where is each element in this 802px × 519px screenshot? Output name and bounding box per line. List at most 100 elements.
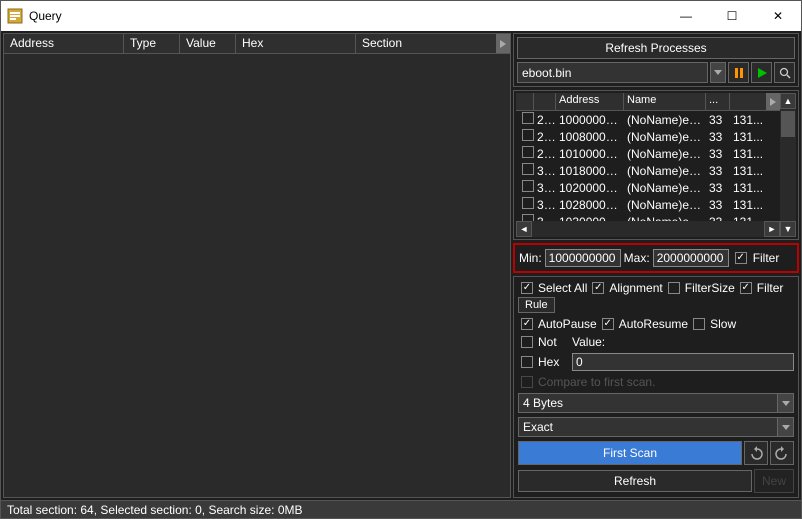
section-row-checkbox[interactable] (522, 214, 534, 221)
process-panel: Refresh Processes eboot.bin (513, 33, 799, 87)
filtersize-checkbox[interactable] (668, 282, 680, 294)
col-value[interactable]: Value (180, 34, 236, 53)
datatype-dropdown[interactable] (777, 394, 793, 412)
autoresume-checkbox[interactable] (602, 318, 614, 330)
section-address: 1020000000 (556, 181, 624, 195)
section-idx: 3... (534, 181, 556, 195)
section-row[interactable]: 2...1008000000(NoName)eboo...33131... (516, 128, 780, 145)
section-address: 1018000000 (556, 164, 624, 178)
max-label: Max: (624, 251, 650, 265)
pause-button[interactable] (728, 62, 749, 83)
options-panel: Select All Alignment FilterSize Filter R… (513, 276, 799, 498)
sect-col-check[interactable] (516, 93, 534, 110)
refresh-button[interactable]: Refresh (518, 470, 752, 492)
process-select-value: eboot.bin (522, 66, 571, 80)
select-all-label: Select All (538, 281, 587, 295)
autopause-label: AutoPause (538, 317, 597, 331)
section-row-checkbox[interactable] (522, 197, 534, 209)
section-name: (NoName)eboo... (624, 130, 706, 144)
alignment-label: Alignment (609, 281, 662, 295)
section-row[interactable]: 2...1000000000(NoName)eboo...33131... (516, 111, 780, 128)
section-c4: 33 (706, 181, 730, 195)
redo-button[interactable] (770, 441, 794, 465)
window-title: Query (29, 9, 663, 23)
rule-button[interactable]: Rule (518, 297, 555, 313)
min-input[interactable] (545, 249, 621, 267)
play-button[interactable] (751, 62, 772, 83)
vscroll-track[interactable] (780, 109, 796, 221)
refresh-processes-button[interactable]: Refresh Processes (517, 37, 795, 59)
filter2-checkbox[interactable] (740, 282, 752, 294)
section-c5: 131... (730, 181, 780, 195)
compare-checkbox (521, 376, 533, 388)
maximize-button[interactable]: ☐ (709, 1, 755, 31)
section-row-checkbox[interactable] (522, 180, 534, 192)
first-scan-button[interactable]: First Scan (518, 441, 742, 465)
section-row[interactable]: 3...1018000000(NoName)eboo...33131... (516, 162, 780, 179)
sect-col-5[interactable] (730, 93, 766, 110)
scantype-dropdown[interactable] (777, 418, 793, 436)
sect-col-name[interactable]: Name (624, 93, 706, 110)
col-address[interactable]: Address (4, 34, 124, 53)
sections-hscroll[interactable]: ◄ ► (516, 221, 780, 237)
not-checkbox[interactable] (521, 336, 533, 348)
slow-checkbox[interactable] (693, 318, 705, 330)
section-row[interactable]: 3...1030000000(NoName)eboo...33131... (516, 213, 780, 221)
section-address: 1008000000 (556, 130, 624, 144)
vscroll-down[interactable]: ▼ (780, 221, 796, 237)
process-select[interactable]: eboot.bin (517, 62, 708, 83)
sect-col-idx[interactable] (534, 93, 556, 110)
section-row-checkbox[interactable] (522, 146, 534, 158)
hex-checkbox[interactable] (521, 356, 533, 368)
sections-panel: Address Name ... 2...1000000000(NoName)e… (513, 90, 799, 240)
col-section[interactable]: Section (356, 34, 510, 53)
autoresume-label: AutoResume (619, 317, 688, 331)
section-row[interactable]: 2...1010000000(NoName)eboo...33131... (516, 145, 780, 162)
not-label: Not (538, 335, 570, 349)
titlebar-controls: — ☐ ✕ (663, 1, 801, 31)
section-idx: 3... (534, 215, 556, 222)
sect-col-overflow[interactable] (766, 93, 780, 110)
alignment-checkbox[interactable] (592, 282, 604, 294)
section-row-checkbox[interactable] (522, 129, 534, 141)
datatype-value: 4 Bytes (519, 396, 777, 410)
section-c4: 33 (706, 198, 730, 212)
vscroll-up[interactable]: ▲ (780, 93, 796, 109)
datatype-select[interactable]: 4 Bytes (518, 393, 794, 413)
sect-col-address[interactable]: Address (556, 93, 624, 110)
attach-search-button[interactable] (774, 62, 795, 83)
process-select-dropdown[interactable] (710, 62, 726, 83)
col-type[interactable]: Type (124, 34, 180, 53)
hscroll-left[interactable]: ◄ (516, 221, 532, 237)
section-c5: 131... (730, 215, 780, 222)
max-input[interactable] (653, 249, 729, 267)
section-idx: 2... (534, 113, 556, 127)
undo-button[interactable] (744, 441, 768, 465)
value-input[interactable] (572, 353, 794, 371)
minimize-button[interactable]: — (663, 1, 709, 31)
col-hex[interactable]: Hex (236, 34, 356, 53)
sections-list[interactable]: 2...1000000000(NoName)eboo...33131...2..… (516, 111, 780, 221)
hscroll-right[interactable]: ► (764, 221, 780, 237)
filter-checkbox[interactable] (735, 252, 747, 264)
autopause-checkbox[interactable] (521, 318, 533, 330)
select-all-checkbox[interactable] (521, 282, 533, 294)
section-c5: 131... (730, 147, 780, 161)
sect-col-4[interactable]: ... (706, 93, 730, 110)
close-button[interactable]: ✕ (755, 1, 801, 31)
hscroll-track[interactable] (532, 221, 764, 237)
section-idx: 2... (534, 130, 556, 144)
sections-vscroll[interactable]: ▲ ▼ (780, 93, 796, 237)
status-text: Total section: 64, Selected section: 0, … (7, 503, 303, 517)
results-grid[interactable] (4, 54, 510, 497)
col-overflow-button[interactable] (496, 34, 510, 53)
section-row-checkbox[interactable] (522, 163, 534, 175)
filter2-label: Filter (757, 281, 784, 295)
results-header: Address Type Value Hex Section (4, 34, 510, 54)
section-row[interactable]: 3...1028000000(NoName)eboo...33131... (516, 196, 780, 213)
section-row-checkbox[interactable] (522, 112, 534, 124)
app-window: Query — ☐ ✕ Address Type Value Hex Secti… (0, 0, 802, 519)
app-icon (7, 8, 23, 24)
section-row[interactable]: 3...1020000000(NoName)eboo...33131... (516, 179, 780, 196)
scantype-select[interactable]: Exact (518, 417, 794, 437)
